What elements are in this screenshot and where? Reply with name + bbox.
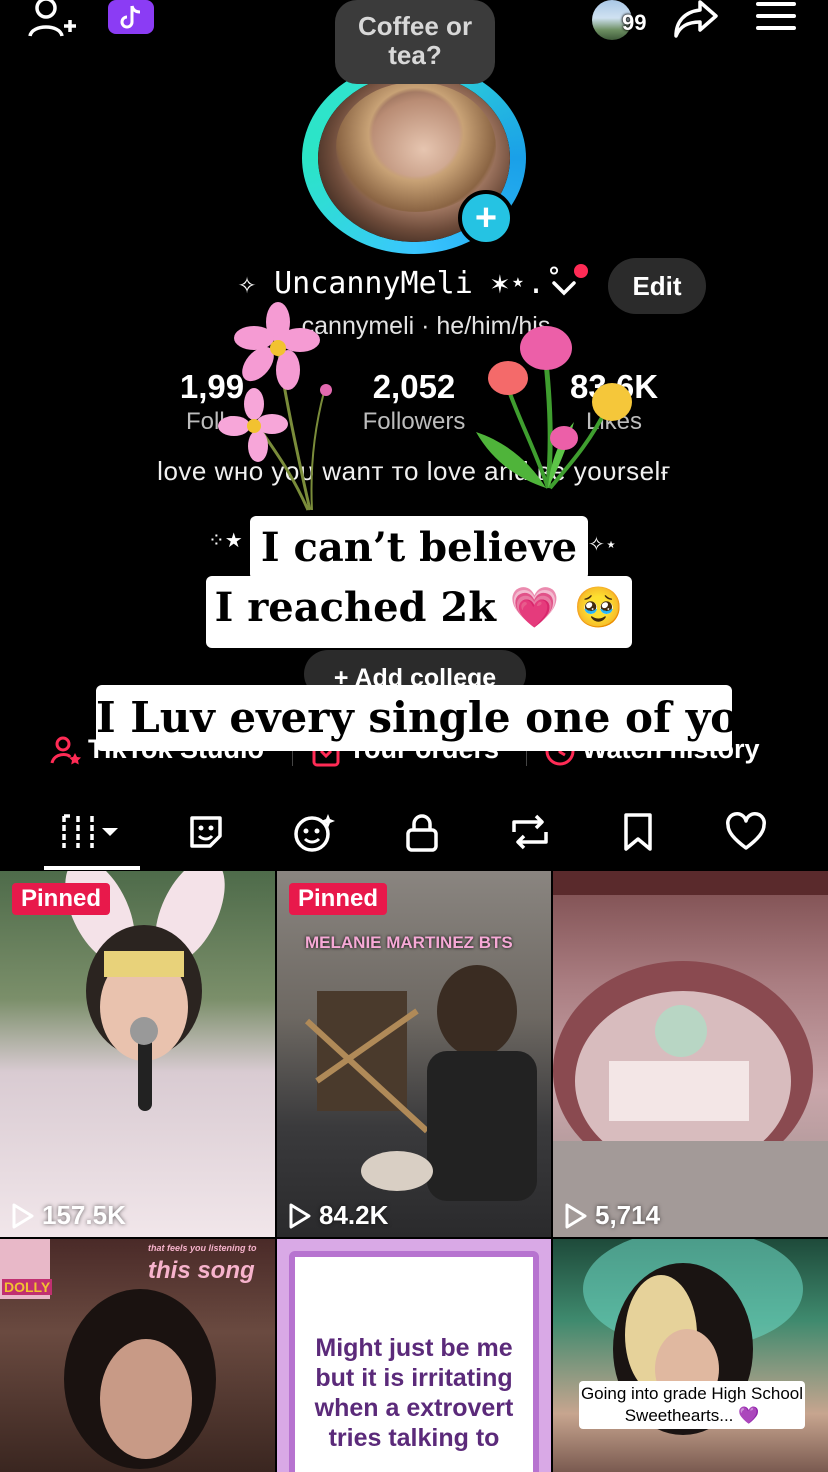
face-sparkle-icon (294, 814, 335, 852)
play-icon (12, 1203, 34, 1228)
video-tile[interactable]: 5,714 (553, 871, 828, 1237)
play-icon (565, 1203, 587, 1228)
pinned-badge: Pinned (289, 883, 388, 915)
video-thumbnail-image (553, 871, 828, 1237)
account-switcher-avatar[interactable]: 99 (592, 0, 646, 40)
play-icon (289, 1203, 311, 1228)
video-tile[interactable]: Going into grade High School Sweethearts… (553, 1239, 828, 1472)
note-bubble[interactable]: Coffee or tea? (335, 0, 495, 84)
bio-text: love wнo yoυ wanт тo love and вe yoυrsel… (157, 456, 671, 486)
tab-liked[interactable] (692, 808, 800, 856)
add-story-plus-icon[interactable]: + (458, 190, 514, 246)
tab-favorites[interactable] (584, 808, 692, 856)
video-thumbnail-image (583, 1239, 803, 1435)
view-count-text: 157.5K (42, 1200, 126, 1230)
view-count-text: 84.2K (319, 1200, 389, 1230)
sparkle-icon: ✧⋆ (588, 534, 618, 556)
caption-sticker: I reached 2k 💗 🥹 (206, 576, 632, 648)
video-overlay-text: MELANIE MARTINEZ BTS (305, 933, 513, 952)
followers-label[interactable]: Followers (334, 408, 494, 436)
tulips-sticker-icon (476, 326, 632, 490)
share-icon[interactable] (672, 0, 720, 40)
grid-icon (62, 814, 118, 848)
lock-icon (406, 814, 438, 852)
video-overlay-text: this song (148, 1257, 255, 1284)
video-overlay-text: that feels you listening to (148, 1243, 257, 1253)
edit-profile-button[interactable]: Edit (608, 258, 706, 314)
video-tile[interactable]: MELANIE MARTINEZ BTS Pinned 84.2K (277, 871, 551, 1237)
video-caption-sticker: Going into grade High School Sweethearts… (579, 1381, 805, 1429)
tab-private[interactable] (368, 808, 476, 856)
pinned-badge: Pinned (12, 883, 111, 915)
view-count: 5,714 (563, 1200, 660, 1231)
notification-dot (574, 264, 588, 278)
followers-count[interactable]: 2,052 (334, 368, 494, 406)
view-count-text: 5,714 (595, 1200, 661, 1230)
pink-flowers-sticker-icon (218, 302, 332, 511)
view-count: 84.2K (287, 1200, 388, 1231)
sticker-icon (190, 816, 222, 848)
add-friend-icon[interactable] (26, 0, 78, 40)
caption-sticker: I can’t believe (250, 516, 588, 580)
tab-reposts[interactable] (476, 808, 584, 856)
bookmark-icon (624, 813, 652, 851)
caption-sticker: I Luv every single one of you (96, 685, 769, 751)
person-star-icon (50, 736, 81, 765)
video-thumbnail-image (304, 965, 537, 1201)
view-count: 157.5K (10, 1200, 126, 1231)
menu-icon[interactable] (754, 0, 798, 36)
tab-ai-self[interactable] (260, 808, 368, 856)
video-tile[interactable]: Might just be me but it is irritating wh… (277, 1239, 551, 1472)
notification-count-badge: 99 (622, 10, 647, 35)
active-tab-indicator (44, 866, 140, 870)
profile-tabs (0, 796, 828, 870)
repost-icon (512, 814, 548, 850)
username: ✧ UncannyMeli ✶⋆.˚ (238, 266, 564, 301)
tab-stickers[interactable] (152, 808, 260, 856)
sparkle-icon: ⁘★ (208, 530, 243, 552)
dolly-badge: DOLLY (2, 1279, 53, 1295)
heart-icon (726, 812, 766, 850)
video-card-text: Might just be me but it is irritating wh… (314, 1334, 514, 1452)
tiktok-studio-app-icon[interactable] (108, 0, 154, 34)
video-tile[interactable]: Pinned 157.5K (0, 871, 275, 1237)
chevron-down-icon[interactable] (550, 274, 578, 302)
video-tile[interactable]: DOLLY that feels you listening to this s… (0, 1239, 275, 1472)
tab-videos[interactable] (38, 808, 146, 856)
